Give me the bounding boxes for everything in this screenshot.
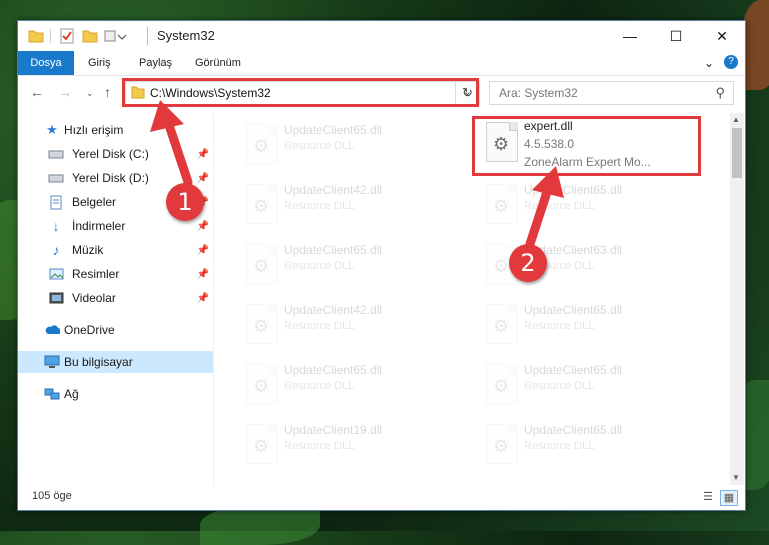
step-badge-1: 1 <box>166 183 204 221</box>
arrow-to-address <box>150 100 193 187</box>
step-badge-2: 2 <box>509 244 547 282</box>
arrow-to-file <box>525 166 564 249</box>
annotation-arrows <box>150 100 564 249</box>
